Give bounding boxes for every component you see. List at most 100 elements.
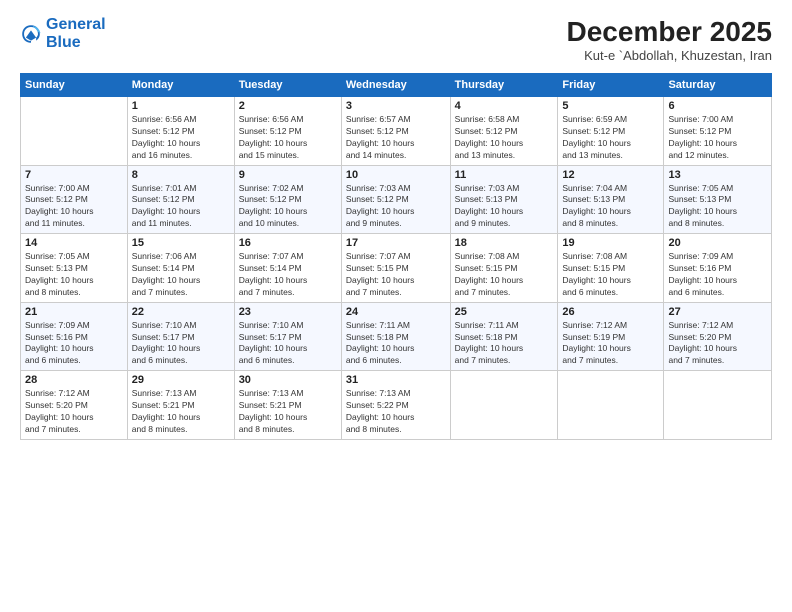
day-info: Sunrise: 7:01 AM Sunset: 5:12 PM Dayligh… [132,183,230,231]
calendar-cell: 11 Sunrise: 7:03 AM Sunset: 5:13 PM Dayli… [450,165,558,234]
day-info: Sunrise: 7:10 AM Sunset: 5:17 PM Dayligh… [132,320,230,368]
calendar-cell: 16 Sunrise: 7:07 AM Sunset: 5:14 PM Dayli… [234,234,341,303]
day-number: 15 [132,237,230,249]
day-info: Sunrise: 7:07 AM Sunset: 5:14 PM Dayligh… [239,251,337,299]
title-block: December 2025 Kut-e `Abdollah, Khuzestan… [567,16,772,63]
calendar-cell: 17Sunrise: 7:07 AM Sunset: 5:15 PM Dayli… [341,234,450,303]
day-info: Sunrise: 7:08 AM Sunset: 5:15 PM Dayligh… [455,251,554,299]
day-number: 27 [668,306,767,318]
logo-icon [20,23,42,45]
header-row: Sunday Monday Tuesday Wednesday Thursday… [21,74,772,97]
calendar-cell: 23Sunrise: 7:10 AM Sunset: 5:17 PM Dayli… [234,302,341,371]
col-saturday: Saturday [664,74,772,97]
calendar-cell: 24 Sunrise: 7:11 AM Sunset: 5:18 PM Dayli… [341,302,450,371]
day-info: Sunrise: 7:08 AM Sunset: 5:15 PM Dayligh… [562,251,659,299]
day-number: 23 [239,306,337,318]
logo: General Blue [20,16,106,51]
day-number: 19 [562,237,659,249]
day-info: Sunrise: 7:04 AM Sunset: 5:13 PM Dayligh… [562,183,659,231]
calendar-cell: 27 Sunrise: 7:12 AM Sunset: 5:20 PM Dayli… [664,302,772,371]
day-number: 5 [562,100,659,112]
day-number: 21 [25,306,123,318]
col-monday: Monday [127,74,234,97]
day-info: Sunrise: 7:05 AM Sunset: 5:13 PM Dayligh… [25,251,123,299]
calendar-subtitle: Kut-e `Abdollah, Khuzestan, Iran [567,48,772,63]
day-number: 24 [346,306,446,318]
calendar-cell: 2Sunrise: 6:56 AM Sunset: 5:12 PM Daylig… [234,97,341,166]
calendar-cell: 10 Sunrise: 7:03 AM Sunset: 5:12 PM Dayli… [341,165,450,234]
day-number: 16 [239,237,337,249]
calendar-cell: 19 Sunrise: 7:08 AM Sunset: 5:15 PM Dayli… [558,234,664,303]
day-number: 30 [239,374,337,386]
calendar-cell: 29 Sunrise: 7:13 AM Sunset: 5:21 PM Dayli… [127,371,234,440]
day-number: 14 [25,237,123,249]
day-number: 11 [455,169,554,181]
day-number: 26 [562,306,659,318]
calendar-cell: 28Sunrise: 7:12 AM Sunset: 5:20 PM Dayli… [21,371,128,440]
day-info: Sunrise: 7:00 AM Sunset: 5:12 PM Dayligh… [25,183,123,231]
day-info: Sunrise: 7:06 AM Sunset: 5:14 PM Dayligh… [132,251,230,299]
calendar-cell: 12 Sunrise: 7:04 AM Sunset: 5:13 PM Dayli… [558,165,664,234]
calendar-week-3: 14 Sunrise: 7:05 AM Sunset: 5:13 PM Dayli… [21,234,772,303]
calendar-week-1: 1 Sunrise: 6:56 AM Sunset: 5:12 PM Daylig… [21,97,772,166]
page: General Blue December 2025 Kut-e `Abdoll… [0,0,792,612]
day-number: 1 [132,100,230,112]
calendar-cell: 7 Sunrise: 7:00 AM Sunset: 5:12 PM Daylig… [21,165,128,234]
day-info: Sunrise: 7:12 AM Sunset: 5:20 PM Dayligh… [25,388,123,436]
calendar-cell: 6 Sunrise: 7:00 AM Sunset: 5:12 PM Daylig… [664,97,772,166]
day-info: Sunrise: 6:56 AM Sunset: 5:12 PM Dayligh… [132,114,230,162]
day-info: Sunrise: 7:03 AM Sunset: 5:12 PM Dayligh… [346,183,446,231]
calendar-week-5: 28Sunrise: 7:12 AM Sunset: 5:20 PM Dayli… [21,371,772,440]
day-number: 29 [132,374,230,386]
logo-text: General Blue [46,16,106,51]
calendar-cell: 26 Sunrise: 7:12 AM Sunset: 5:19 PM Dayli… [558,302,664,371]
calendar-cell: 4Sunrise: 6:58 AM Sunset: 5:12 PM Daylig… [450,97,558,166]
calendar-cell: 22Sunrise: 7:10 AM Sunset: 5:17 PM Dayli… [127,302,234,371]
day-info: Sunrise: 7:13 AM Sunset: 5:21 PM Dayligh… [239,388,337,436]
header: General Blue December 2025 Kut-e `Abdoll… [20,16,772,63]
calendar-cell [558,371,664,440]
day-number: 13 [668,169,767,181]
day-number: 2 [239,100,337,112]
day-info: Sunrise: 7:03 AM Sunset: 5:13 PM Dayligh… [455,183,554,231]
day-number: 12 [562,169,659,181]
calendar-week-4: 21Sunrise: 7:09 AM Sunset: 5:16 PM Dayli… [21,302,772,371]
calendar-cell: 8 Sunrise: 7:01 AM Sunset: 5:12 PM Daylig… [127,165,234,234]
day-number: 4 [455,100,554,112]
calendar-cell: 15 Sunrise: 7:06 AM Sunset: 5:14 PM Dayli… [127,234,234,303]
day-info: Sunrise: 7:13 AM Sunset: 5:21 PM Dayligh… [132,388,230,436]
col-tuesday: Tuesday [234,74,341,97]
day-info: Sunrise: 6:57 AM Sunset: 5:12 PM Dayligh… [346,114,446,162]
day-info: Sunrise: 7:11 AM Sunset: 5:18 PM Dayligh… [346,320,446,368]
day-info: Sunrise: 7:00 AM Sunset: 5:12 PM Dayligh… [668,114,767,162]
day-number: 3 [346,100,446,112]
calendar-week-2: 7 Sunrise: 7:00 AM Sunset: 5:12 PM Daylig… [21,165,772,234]
calendar-cell [21,97,128,166]
calendar-cell: 14 Sunrise: 7:05 AM Sunset: 5:13 PM Dayli… [21,234,128,303]
calendar-cell: 25Sunrise: 7:11 AM Sunset: 5:18 PM Dayli… [450,302,558,371]
day-info: Sunrise: 7:12 AM Sunset: 5:20 PM Dayligh… [668,320,767,368]
calendar-cell: 13 Sunrise: 7:05 AM Sunset: 5:13 PM Dayli… [664,165,772,234]
day-number: 10 [346,169,446,181]
day-number: 20 [668,237,767,249]
day-number: 9 [239,169,337,181]
logo-line2: Blue [46,34,81,51]
day-info: Sunrise: 7:12 AM Sunset: 5:19 PM Dayligh… [562,320,659,368]
calendar-cell: 21Sunrise: 7:09 AM Sunset: 5:16 PM Dayli… [21,302,128,371]
calendar-title: December 2025 [567,16,772,48]
col-thursday: Thursday [450,74,558,97]
day-number: 7 [25,169,123,181]
day-number: 17 [346,237,446,249]
day-info: Sunrise: 7:09 AM Sunset: 5:16 PM Dayligh… [668,251,767,299]
calendar-table: Sunday Monday Tuesday Wednesday Thursday… [20,73,772,440]
calendar-cell [664,371,772,440]
day-number: 8 [132,169,230,181]
day-number: 6 [668,100,767,112]
day-info: Sunrise: 7:13 AM Sunset: 5:22 PM Dayligh… [346,388,446,436]
calendar-cell: 30 Sunrise: 7:13 AM Sunset: 5:21 PM Dayli… [234,371,341,440]
col-sunday: Sunday [21,74,128,97]
day-info: Sunrise: 6:59 AM Sunset: 5:12 PM Dayligh… [562,114,659,162]
calendar-cell: 5 Sunrise: 6:59 AM Sunset: 5:12 PM Daylig… [558,97,664,166]
calendar-cell: 20 Sunrise: 7:09 AM Sunset: 5:16 PM Dayli… [664,234,772,303]
day-info: Sunrise: 7:05 AM Sunset: 5:13 PM Dayligh… [668,183,767,231]
